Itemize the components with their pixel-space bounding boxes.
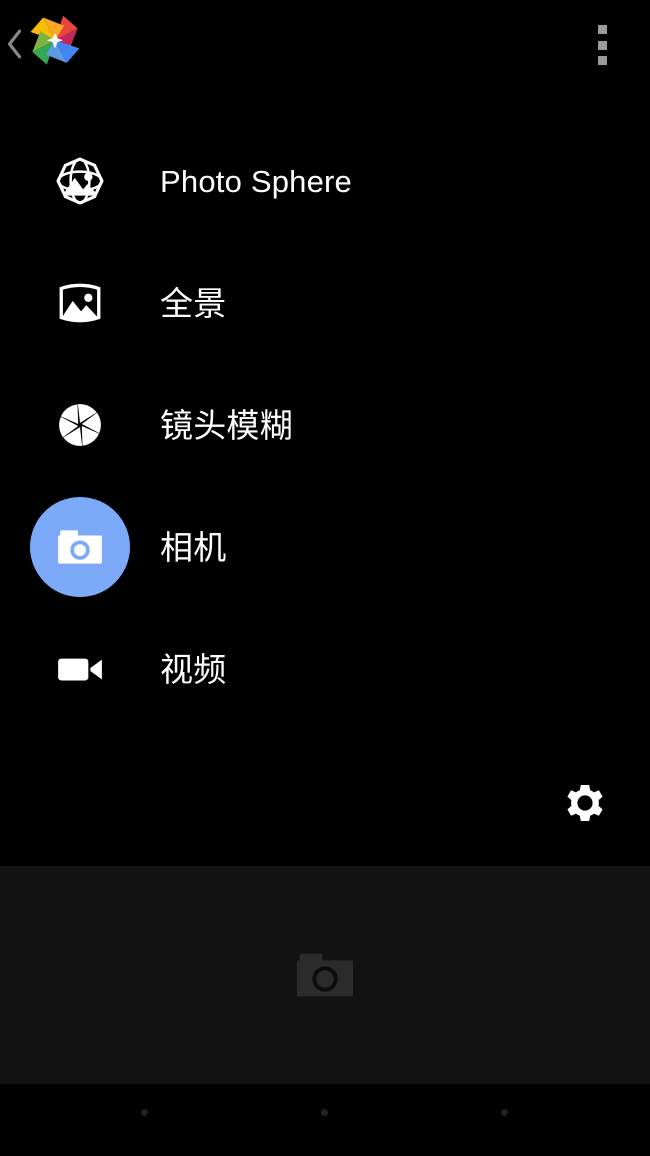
nav-home-dot[interactable] xyxy=(321,1109,328,1116)
nav-back-dot[interactable] xyxy=(141,1109,148,1116)
menu-dot-1 xyxy=(597,25,607,34)
mode-item-video[interactable]: 视频 xyxy=(0,608,650,730)
camera-icon-wrap xyxy=(30,497,130,597)
mode-item-lens-blur[interactable]: 镜头模糊 xyxy=(0,364,650,486)
gear-icon[interactable] xyxy=(560,778,610,828)
camera-placeholder-icon xyxy=(293,943,357,1007)
mode-item-photo-sphere[interactable]: Photo Sphere xyxy=(0,120,650,242)
camera-mode-drawer-screen: Photo Sphere 全景 镜头模糊 相机 视频 xyxy=(0,0,650,1156)
camera-mode-list: Photo Sphere 全景 镜头模糊 相机 视频 xyxy=(0,120,650,730)
mode-label-video: 视频 xyxy=(160,650,227,688)
videocam-icon xyxy=(58,658,102,681)
top-bar xyxy=(0,0,650,88)
mode-item-camera[interactable]: 相机 xyxy=(0,486,650,608)
mode-label-camera: 相机 xyxy=(160,528,227,566)
photo-sphere-icon-wrap xyxy=(30,131,130,231)
menu-dot-2 xyxy=(597,40,607,50)
photo-sphere-icon xyxy=(56,157,104,205)
aperture-icon-wrap xyxy=(30,375,130,475)
mode-label-panorama: 全景 xyxy=(160,284,227,322)
aperture-icon xyxy=(59,404,101,446)
android-nav-bar xyxy=(0,1084,650,1156)
mode-item-panorama[interactable]: 全景 xyxy=(0,242,650,364)
nav-recents-dot[interactable] xyxy=(501,1109,508,1116)
chevron-left-icon[interactable] xyxy=(2,25,28,63)
mode-label-lens-blur: 镜头模糊 xyxy=(160,406,293,444)
more-vert-icon[interactable] xyxy=(586,22,618,68)
camera-preview-panel[interactable] xyxy=(0,866,650,1084)
google-photos-logo[interactable] xyxy=(26,11,84,73)
menu-dot-3 xyxy=(597,56,607,65)
camera-icon xyxy=(58,530,102,564)
videocam-icon-wrap xyxy=(30,619,130,719)
mode-label-photo-sphere: Photo Sphere xyxy=(160,163,352,199)
panorama-icon-wrap xyxy=(30,253,130,353)
panorama-icon xyxy=(59,283,101,323)
